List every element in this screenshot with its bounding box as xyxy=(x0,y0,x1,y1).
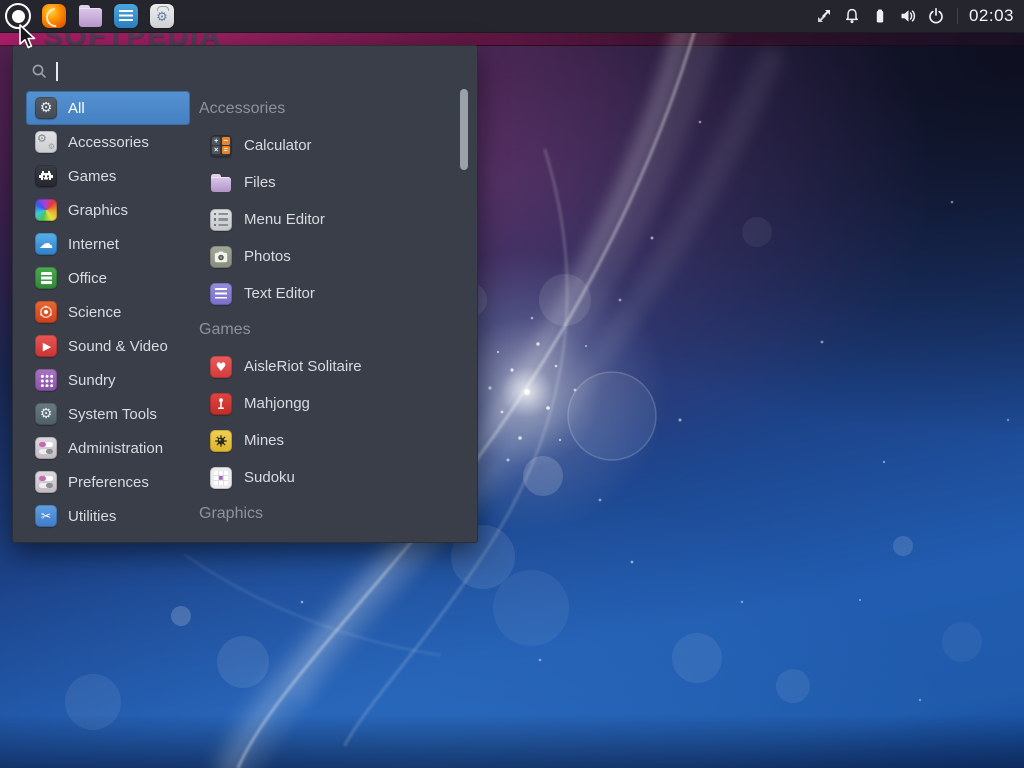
software-bag-icon: ⚙ xyxy=(150,4,174,28)
tray-separator xyxy=(957,8,958,24)
mahjong-icon xyxy=(210,393,232,415)
system-tray: 02:03 xyxy=(815,6,1024,26)
application-menu: ⚙ All ⚙⚙ Accessories Games Graphics ☁ Internet O… xyxy=(12,45,478,543)
app-photos[interactable]: Photos xyxy=(199,238,463,275)
scissors-icon: ✂ xyxy=(35,505,57,527)
camera-icon xyxy=(210,246,232,268)
text-caret xyxy=(56,62,58,81)
app-list: Accessories +−×= Calculator Files Menu Edito… xyxy=(199,91,463,540)
heart-icon: ♥ xyxy=(210,356,232,378)
category-administration[interactable]: Administration xyxy=(26,431,190,465)
text-lines-icon xyxy=(210,283,232,305)
category-label: Preferences xyxy=(68,474,149,491)
top-panel: ⚙ 02:03 xyxy=(0,0,1024,33)
app-label: Photos xyxy=(244,248,291,265)
volume-icon[interactable] xyxy=(899,7,918,26)
app-label: Calculator xyxy=(244,137,312,154)
menu-list-icon xyxy=(210,209,232,231)
calculator-icon: +−×= xyxy=(210,135,232,157)
category-label: Sound & Video xyxy=(68,338,168,355)
category-label: Science xyxy=(68,304,121,321)
category-label: Utilities xyxy=(68,508,116,525)
category-internet[interactable]: ☁ Internet xyxy=(26,227,190,261)
office-doc-icon xyxy=(35,267,57,289)
document-icon xyxy=(114,4,138,28)
section-header-games: Games xyxy=(199,312,463,348)
category-label: Internet xyxy=(68,236,119,253)
search-icon xyxy=(31,63,48,80)
firefox-icon xyxy=(42,4,66,28)
category-label: Administration xyxy=(68,440,163,457)
app-label: Text Editor xyxy=(244,285,315,302)
app-label: Files xyxy=(244,174,276,191)
sudoku-icon xyxy=(210,467,232,489)
category-preferences[interactable]: Preferences xyxy=(26,465,190,499)
clock[interactable]: 02:03 xyxy=(969,6,1014,26)
app-label: Mines xyxy=(244,432,284,449)
category-games[interactable]: Games xyxy=(26,159,190,193)
gear-slate-icon: ⚙ xyxy=(35,403,57,425)
category-label: All xyxy=(68,100,85,117)
notifications-bell-icon[interactable] xyxy=(843,7,862,26)
search-input[interactable] xyxy=(31,56,459,86)
category-accessories[interactable]: ⚙⚙ Accessories xyxy=(26,125,190,159)
category-sound-video[interactable]: ▶ Sound & Video xyxy=(26,329,190,363)
mouse-cursor xyxy=(19,24,41,54)
category-all[interactable]: ⚙ All xyxy=(26,91,190,125)
toggles-icon xyxy=(35,471,57,493)
category-label: Graphics xyxy=(68,202,128,219)
section-header-accessories: Accessories xyxy=(199,91,463,127)
files-launcher[interactable] xyxy=(76,2,104,30)
app-sudoku[interactable]: Sudoku xyxy=(199,459,463,496)
gear-dark-icon: ⚙ xyxy=(35,97,57,119)
app-menu-editor[interactable]: Menu Editor xyxy=(199,201,463,238)
category-office[interactable]: Office xyxy=(26,261,190,295)
network-icon[interactable] xyxy=(815,7,834,26)
app-mahjongg[interactable]: Mahjongg xyxy=(199,385,463,422)
category-label: Sundry xyxy=(68,372,116,389)
atom-icon xyxy=(35,301,57,323)
dots-grid-icon xyxy=(35,369,57,391)
category-sundry[interactable]: Sundry xyxy=(26,363,190,397)
category-label: Accessories xyxy=(68,134,149,151)
folder-icon xyxy=(210,172,232,194)
category-label: Games xyxy=(68,168,116,185)
battery-icon[interactable] xyxy=(871,7,890,26)
power-icon[interactable] xyxy=(927,7,946,26)
app-files[interactable]: Files xyxy=(199,164,463,201)
category-label: System Tools xyxy=(68,406,157,423)
cloud-icon: ☁ xyxy=(35,233,57,255)
toggles-icon xyxy=(35,437,57,459)
rainbow-icon xyxy=(35,199,57,221)
section-header-graphics: Graphics xyxy=(199,496,463,532)
scrollbar-thumb[interactable] xyxy=(460,89,468,170)
category-list: ⚙ All ⚙⚙ Accessories Games Graphics ☁ Internet O… xyxy=(26,91,190,533)
app-label: Menu Editor xyxy=(244,211,325,228)
invader-icon xyxy=(35,165,57,187)
folder-icon xyxy=(78,5,103,27)
app-label: Mahjongg xyxy=(244,395,310,412)
play-icon: ▶ xyxy=(35,335,57,357)
mine-icon xyxy=(210,430,232,452)
firefox-launcher[interactable] xyxy=(40,2,68,30)
software-launcher[interactable]: ⚙ xyxy=(148,2,176,30)
app-aisleriot-solitaire[interactable]: ♥ AisleRiot Solitaire xyxy=(199,348,463,385)
app-label: Sudoku xyxy=(244,469,295,486)
category-graphics[interactable]: Graphics xyxy=(26,193,190,227)
app-calculator[interactable]: +−×= Calculator xyxy=(199,127,463,164)
gears-light-icon: ⚙⚙ xyxy=(35,131,57,153)
app-label: AisleRiot Solitaire xyxy=(244,358,362,375)
documents-launcher[interactable] xyxy=(112,2,140,30)
category-system-tools[interactable]: ⚙ System Tools xyxy=(26,397,190,431)
category-label: Office xyxy=(68,270,107,287)
category-utilities[interactable]: ✂ Utilities xyxy=(26,499,190,533)
category-science[interactable]: Science xyxy=(26,295,190,329)
app-mines[interactable]: Mines xyxy=(199,422,463,459)
app-text-editor[interactable]: Text Editor xyxy=(199,275,463,312)
